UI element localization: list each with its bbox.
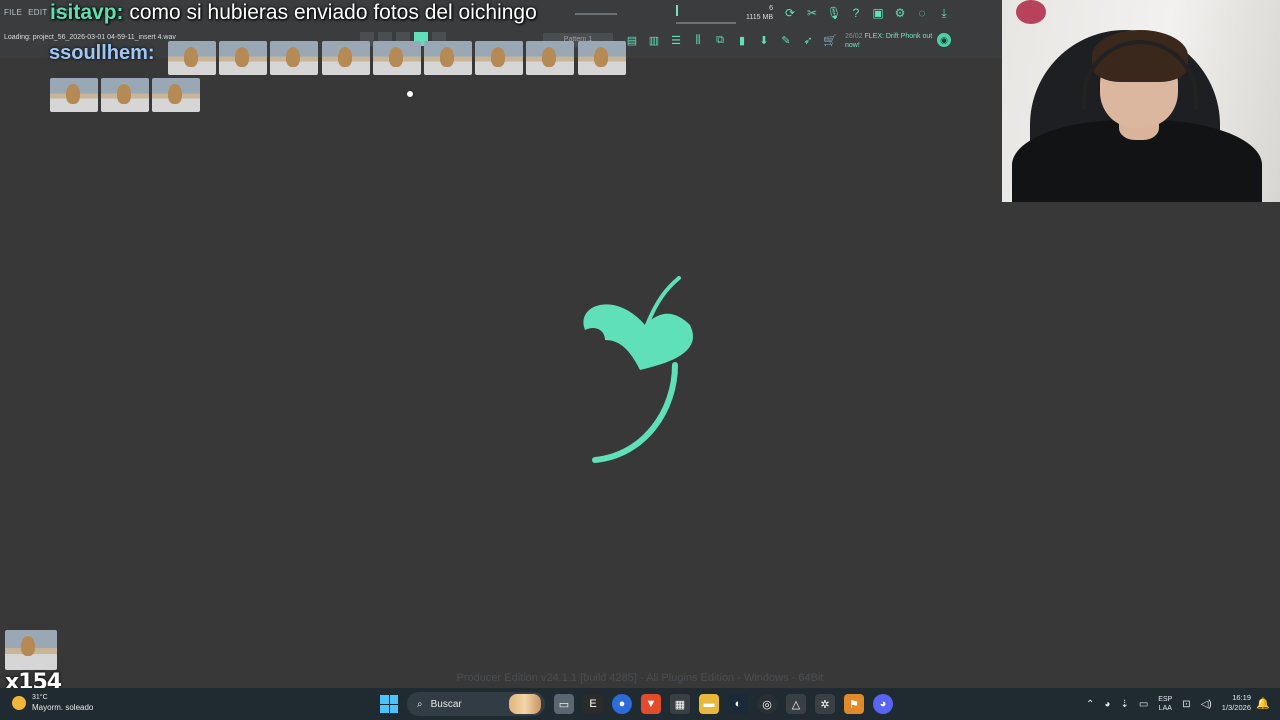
notification-bell-icon[interactable]: 🔔 bbox=[1256, 697, 1270, 710]
download-icon[interactable]: ⤓ bbox=[934, 4, 954, 22]
discord-icon[interactable]: ◕ bbox=[873, 694, 893, 714]
plugin-icon[interactable]: ⚙ bbox=[890, 4, 910, 22]
chat-username-2: ssoullhem: bbox=[49, 42, 155, 64]
chat-emote bbox=[101, 78, 150, 112]
cpu-voices: 6 bbox=[769, 5, 773, 12]
discord-tray-icon[interactable]: ◕ bbox=[1104, 699, 1110, 710]
network-icon[interactable]: ⊡ bbox=[1182, 699, 1190, 710]
search-icon: ⌕ bbox=[417, 698, 423, 710]
chat-emote bbox=[152, 78, 201, 112]
undo-icon[interactable]: ⟳ bbox=[780, 4, 800, 22]
piano-roll-icon[interactable]: ▥ bbox=[644, 31, 664, 49]
search-placeholder: Buscar bbox=[430, 698, 462, 710]
windows-taskbar: 31°C Mayorm. soleado ⌕ Buscar ▭ E ● ▼ ▦ … bbox=[0, 688, 1280, 720]
battery-icon[interactable]: ▭ bbox=[1139, 699, 1148, 710]
task-view-icon[interactable]: ▭ bbox=[554, 694, 574, 714]
fl-studio-logo bbox=[583, 276, 694, 463]
channel-rack-icon[interactable]: ☰ bbox=[666, 31, 686, 49]
system-clock[interactable]: 16:19 1/3/2026 bbox=[1205, 693, 1251, 713]
mouse-cursor bbox=[406, 90, 414, 98]
chevron-up-icon[interactable]: ⌃ bbox=[1086, 699, 1094, 710]
cut-icon[interactable]: ✂ bbox=[802, 4, 822, 22]
language-code: ESP bbox=[1158, 696, 1173, 703]
hint-date: 26/02 bbox=[845, 33, 863, 40]
usb-icon[interactable]: ⇣ bbox=[1120, 699, 1128, 710]
taskbar-search[interactable]: ⌕ Buscar bbox=[407, 692, 545, 716]
master-volume-slider[interactable] bbox=[575, 13, 617, 15]
davinci-icon[interactable]: ✲ bbox=[815, 694, 835, 714]
loading-status: Loading: project_56_2026-03-01 04-59-11_… bbox=[4, 34, 176, 41]
clock-time: 16:19 bbox=[1232, 693, 1251, 702]
weather-temp: 31°C bbox=[32, 694, 48, 701]
chat-emote bbox=[168, 41, 216, 75]
chrome-icon[interactable]: ● bbox=[612, 694, 632, 714]
weather-condition: Mayorm. soleado bbox=[32, 703, 94, 712]
emote-combo-counter: x154 bbox=[5, 630, 62, 695]
combo-emote bbox=[5, 630, 57, 670]
project-icon[interactable]: ▮ bbox=[732, 31, 752, 49]
plugin-picker-icon[interactable]: ⬇ bbox=[754, 31, 774, 49]
obs-icon[interactable]: ◎ bbox=[757, 694, 777, 714]
microphone-icon[interactable]: 🎙 bbox=[824, 4, 844, 22]
master-pitch-slider[interactable] bbox=[676, 22, 736, 24]
chat-emote bbox=[577, 41, 626, 75]
help-icon[interactable]: ? bbox=[846, 4, 866, 22]
menu-edit[interactable]: EDIT bbox=[28, 8, 47, 17]
file-explorer-icon[interactable]: ▬ bbox=[699, 694, 719, 714]
bird-icon[interactable]: ➶ bbox=[798, 31, 818, 49]
chat-emote bbox=[526, 41, 575, 75]
touch-keyboard-icon[interactable]: ✎ bbox=[776, 31, 796, 49]
plush-toy bbox=[1016, 0, 1046, 24]
sun-icon bbox=[12, 696, 26, 710]
webcam-overlay bbox=[1002, 0, 1280, 202]
store-icon[interactable]: ▦ bbox=[670, 694, 690, 714]
window-icon-strip: ▤ ▥ ☰ ⫼ ⧉ ▮ ⬇ ✎ ➶ 🛒 bbox=[622, 31, 840, 49]
chat-message-1: isitavp: como si hubieras enviado fotos … bbox=[50, 1, 537, 25]
brave-icon[interactable]: ▼ bbox=[641, 694, 661, 714]
epic-games-icon[interactable]: E bbox=[583, 694, 603, 714]
cart-icon[interactable]: 🛒 bbox=[820, 31, 840, 49]
top-icon-strip: ⟳ ✂ 🎙 ? ▣ ⚙ ◌ ⤓ bbox=[780, 4, 954, 22]
cpu-meter bbox=[676, 5, 678, 16]
chat-emote bbox=[50, 78, 98, 112]
clock-date: 1/3/2026 bbox=[1221, 703, 1251, 712]
menu-file[interactable]: FILE bbox=[4, 8, 22, 17]
windows-start-icon[interactable] bbox=[380, 695, 398, 713]
chat-emote bbox=[424, 41, 472, 75]
chat-emote bbox=[372, 41, 421, 75]
browser-icon[interactable]: ⧉ bbox=[710, 31, 730, 49]
chat-emote bbox=[219, 41, 268, 75]
chat-emote bbox=[475, 41, 524, 75]
mixer-icon[interactable]: ⫼ bbox=[688, 31, 708, 49]
memory-readout: 6 1115 MB bbox=[728, 4, 773, 22]
globe-icon[interactable]: ◉ bbox=[937, 33, 951, 47]
version-label: Producer Edition v24.1.1 [build 4285] - … bbox=[456, 672, 824, 684]
chat-icon[interactable]: ◌ bbox=[912, 4, 932, 22]
fl-studio-taskbar-icon[interactable]: ⚑ bbox=[844, 694, 864, 714]
system-tray: ⌃ ◕ ⇣ ▭ ESP LAA ⊡ ◁) bbox=[1086, 695, 1212, 713]
search-doodle-icon bbox=[509, 694, 541, 714]
chat-emote bbox=[321, 41, 370, 75]
chat-text: como si hubieras enviado fotos del oichi… bbox=[123, 1, 537, 24]
weather-widget[interactable]: 31°C Mayorm. soleado bbox=[12, 693, 93, 713]
keyboard-layout: LAA bbox=[1158, 705, 1172, 712]
save-icon[interactable]: ▣ bbox=[868, 4, 888, 22]
language-indicator[interactable]: ESP LAA bbox=[1158, 695, 1172, 713]
chat-emote bbox=[270, 41, 319, 75]
steam-icon[interactable]: ◐ bbox=[728, 694, 748, 714]
memory-usage: 1115 MB bbox=[746, 14, 773, 21]
news-hint[interactable]: 26/02 FLEX: Drift Phonk out now! bbox=[845, 32, 935, 50]
drive-icon[interactable]: △ bbox=[786, 694, 806, 714]
chat-username: isitavp: bbox=[50, 1, 124, 24]
taskbar-apps: ⌕ Buscar ▭ E ● ▼ ▦ ▬ ◐ ◎ △ ✲ ⚑ ◕ bbox=[380, 692, 893, 716]
